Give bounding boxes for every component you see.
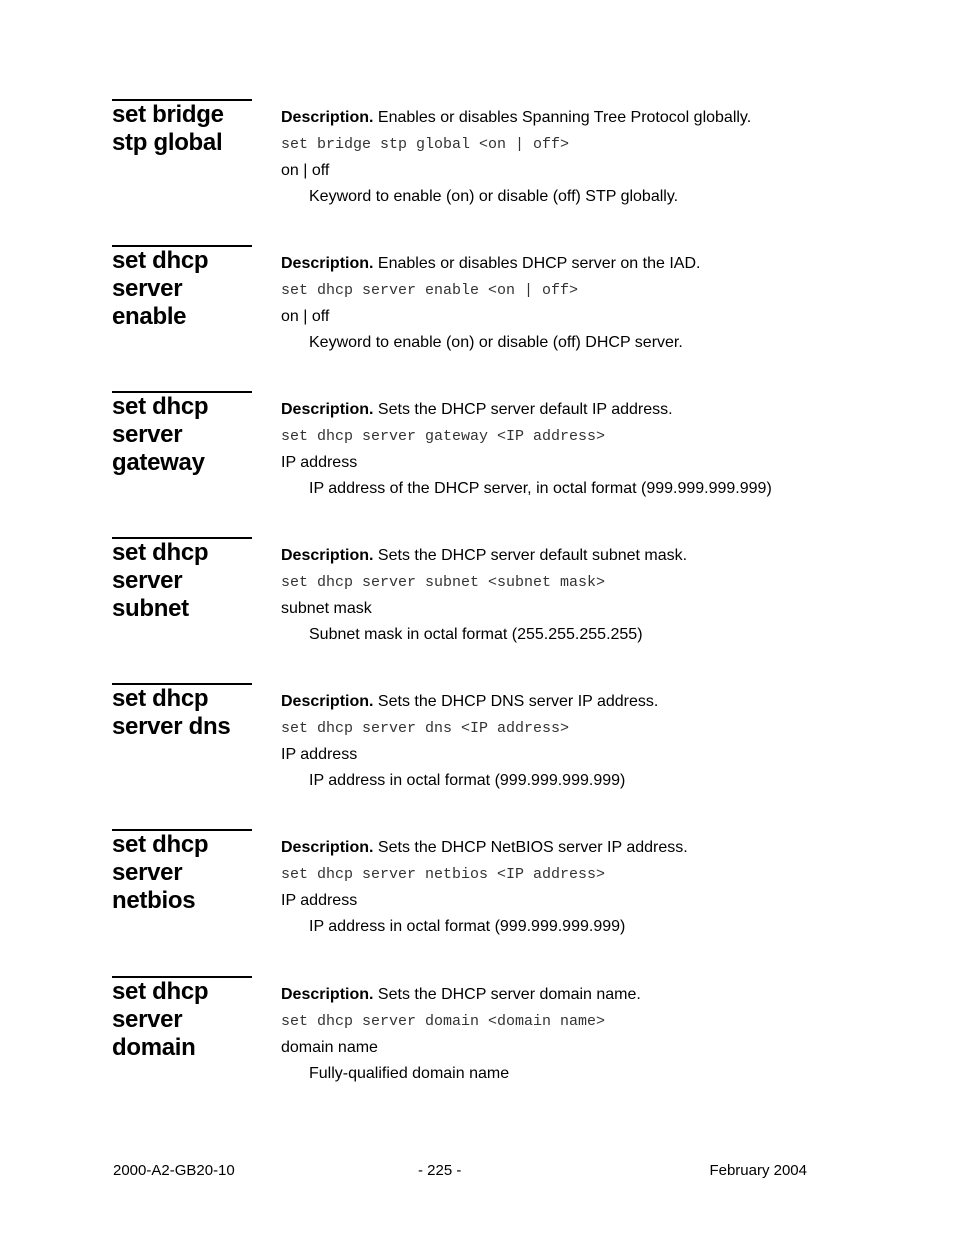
command-heading-line: server: [112, 421, 183, 448]
command-heading-line: set dhcp: [112, 685, 209, 712]
command-heading-line: server: [112, 567, 183, 594]
command-heading-line: set dhcp: [112, 539, 209, 566]
description-label: Description.: [281, 547, 374, 564]
parameter-name: on | off: [281, 162, 330, 179]
command-heading: set dhcp server subnet: [112, 539, 272, 623]
command-heading-line: server: [112, 1006, 183, 1033]
parameter-name: IP address: [281, 454, 358, 471]
command-heading-line: server dns: [112, 713, 231, 740]
parameter-description: IP address in octal format (999.999.999.…: [309, 918, 626, 935]
description-text: Enables or disables DHCP server on the I…: [377, 255, 701, 272]
command-entry: set bridge stp global Description. Enables…: [0, 99, 954, 239]
footer-date: February 2004: [709, 1162, 807, 1179]
parameter-name: IP address: [281, 892, 358, 909]
command-heading-line: netbios: [112, 887, 196, 914]
command-syntax: set bridge stp global <on | off>: [281, 136, 570, 153]
description: Description. Enables or disables Spannin…: [281, 108, 751, 128]
description-label: Description.: [281, 693, 374, 710]
description-text: Sets the DHCP DNS server IP address.: [377, 693, 659, 710]
command-heading: set dhcp server enable: [112, 247, 272, 331]
command-heading-line: set dhcp: [112, 393, 209, 420]
command-heading-line: subnet: [112, 595, 189, 622]
command-syntax: set dhcp server domain <domain name>: [281, 1013, 606, 1030]
description: Description. Sets the DHCP server domain…: [281, 985, 641, 1005]
command-heading: set dhcp server domain: [112, 978, 272, 1062]
command-syntax: set dhcp server netbios <IP address>: [281, 866, 606, 883]
command-entry: set dhcp server domain Description. Sets th…: [0, 976, 954, 1116]
command-entry: set dhcp server enable Description. Enables…: [0, 245, 954, 385]
parameter-description: Subnet mask in octal format (255.255.255…: [309, 626, 643, 643]
description: Description. Sets the DHCP server defaul…: [281, 546, 687, 566]
description-text: Enables or disables Spanning Tree Protoc…: [377, 109, 752, 126]
command-heading-line: stp global: [112, 129, 223, 156]
description: Description. Enables or disables DHCP se…: [281, 254, 700, 274]
command-syntax: set dhcp server dns <IP address>: [281, 720, 570, 737]
parameter-description: IP address in octal format (999.999.999.…: [309, 772, 626, 789]
command-heading: set dhcp server netbios: [112, 831, 272, 915]
parameter-description: Fully-qualified domain name: [309, 1065, 510, 1082]
parameter-name: IP address: [281, 746, 358, 763]
command-entry: set dhcp server netbios Description. Sets t…: [0, 829, 954, 969]
description-text: Sets the DHCP server default IP address.: [377, 401, 673, 418]
description-text: Sets the DHCP NetBIOS server IP address.: [377, 839, 688, 856]
parameter-name: on | off: [281, 308, 330, 325]
description-label: Description.: [281, 839, 374, 856]
parameter-description: Keyword to enable (on) or disable (off) …: [309, 334, 683, 351]
command-entry: set dhcp server dns Description. Sets the …: [0, 683, 954, 823]
command-heading-line: domain: [112, 1034, 196, 1061]
description-label: Description.: [281, 986, 374, 1003]
description: Description. Sets the DHCP NetBIOS serve…: [281, 838, 688, 858]
description: Description. Sets the DHCP server defaul…: [281, 400, 673, 420]
parameter-name: domain name: [281, 1039, 378, 1056]
description-label: Description.: [281, 401, 374, 418]
command-heading-line: gateway: [112, 449, 205, 476]
command-syntax: set dhcp server subnet <subnet mask>: [281, 574, 606, 591]
command-heading-line: set dhcp: [112, 978, 209, 1005]
command-heading: set dhcp server gateway: [112, 393, 272, 477]
description-label: Description.: [281, 109, 374, 126]
parameter-description: Keyword to enable (on) or disable (off) …: [309, 188, 679, 205]
command-syntax: set dhcp server enable <on | off>: [281, 282, 579, 299]
command-entry: set dhcp server gateway Description. Sets t…: [0, 391, 954, 531]
description-text: Sets the DHCP server domain name.: [377, 986, 641, 1003]
command-heading: set bridge stp global: [112, 101, 272, 157]
description: Description. Sets the DHCP DNS server IP…: [281, 692, 658, 712]
parameter-description: IP address of the DHCP server, in octal …: [309, 480, 772, 497]
command-heading-line: enable: [112, 303, 187, 330]
footer-page-number: - 225 -: [418, 1162, 462, 1179]
command-heading: set dhcp server dns: [112, 685, 272, 741]
command-heading-line: set bridge: [112, 101, 224, 128]
command-heading-line: set dhcp: [112, 831, 209, 858]
command-heading-line: set dhcp: [112, 247, 209, 274]
command-entry: set dhcp server subnet Description. Sets th…: [0, 537, 954, 677]
footer-document-number: 2000-A2-GB20-10: [113, 1162, 235, 1179]
parameter-name: subnet mask: [281, 600, 372, 617]
command-syntax: set dhcp server gateway <IP address>: [281, 428, 606, 445]
description-label: Description.: [281, 255, 374, 272]
command-heading-line: server: [112, 275, 183, 302]
command-heading-line: server: [112, 859, 183, 886]
description-text: Sets the DHCP server default subnet mask…: [377, 547, 688, 564]
